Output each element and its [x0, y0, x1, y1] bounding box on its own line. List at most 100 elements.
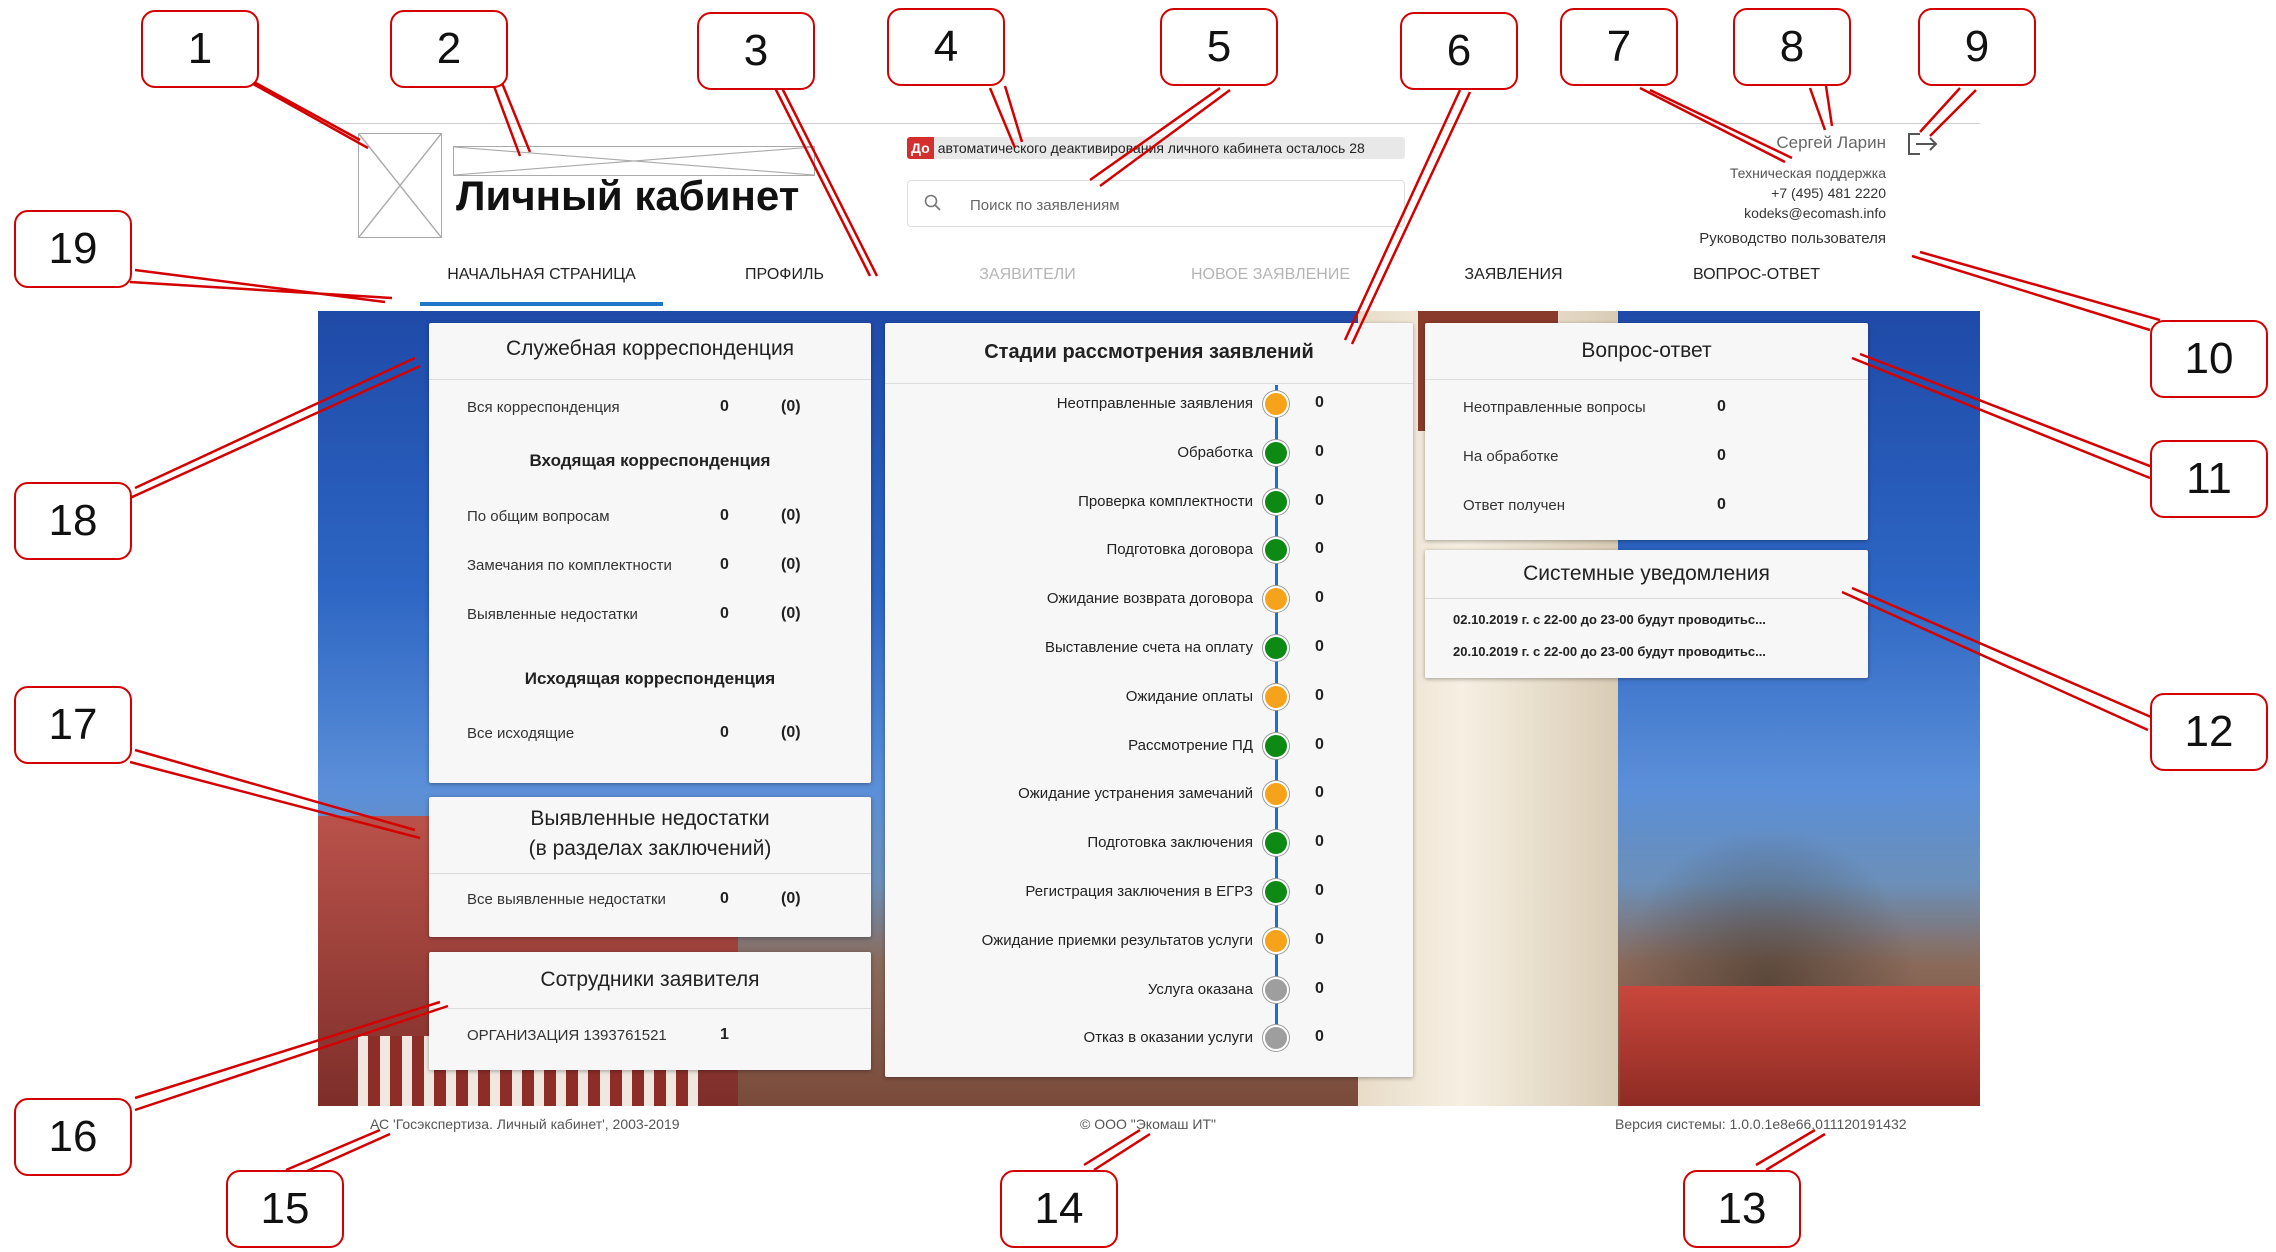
stage-count: 0: [1315, 930, 1324, 948]
stage-label[interactable]: Регистрация заключения в ЕГРЗ: [1025, 883, 1253, 900]
stage-status-dot: [1263, 635, 1289, 661]
incoming-completeness-label[interactable]: Замечания по комплектности: [467, 557, 672, 574]
stage-label[interactable]: Ожидание возврата договора: [1047, 590, 1253, 607]
callout-6: 6: [1400, 12, 1518, 90]
outgoing-title: Исходящая корреспонденция: [524, 669, 776, 688]
qa-processing-label[interactable]: На обработке: [1463, 448, 1559, 465]
stage-label[interactable]: Ожидание оплаты: [1126, 688, 1253, 705]
logo-placeholder: [358, 133, 442, 238]
stage-label[interactable]: Подготовка заключения: [1087, 834, 1253, 851]
stage-status-dot: [1263, 830, 1289, 857]
stage-label[interactable]: Выставление счета на оплату: [1045, 639, 1253, 656]
stage-count: 0: [1315, 882, 1324, 899]
outgoing-all-label[interactable]: Все исходящие: [467, 725, 574, 742]
search-box[interactable]: [907, 180, 1405, 227]
stages-card: Стадии рассмотрения заявлений Неотправле…: [885, 323, 1413, 1077]
all-defects-label[interactable]: Все выявленные недостатки: [467, 891, 666, 908]
qa-unsent-label[interactable]: Неотправленные вопросы: [1463, 399, 1646, 416]
all-defects-count: 0: [720, 890, 729, 907]
footer-copyright-system: АС 'Госэкспертиза. Личный кабинет', 2003…: [370, 1116, 680, 1132]
callout-3: 3: [697, 12, 815, 90]
stage-label[interactable]: Услуга оказана: [1148, 981, 1253, 998]
qa-answered-count: 0: [1717, 496, 1726, 513]
tab-new-application[interactable]: НОВОЕ ЗАЯВЛЕНИЕ: [1149, 262, 1392, 302]
callout-9: 9: [1918, 8, 2036, 86]
all-correspondence-label[interactable]: Вся корреспонденция: [467, 399, 620, 416]
stage-status-dot: [1263, 537, 1289, 564]
stage-count: 0: [1315, 686, 1324, 704]
callout-14: 14: [1000, 1170, 1118, 1248]
notice-text: автоматического деактивирования личного …: [937, 140, 1365, 156]
callout-12: 12: [2150, 693, 2268, 771]
user-manual-link[interactable]: Руководство пользователя: [1699, 230, 1886, 247]
stage-status-dot: [1263, 586, 1289, 613]
header-divider: [318, 123, 1980, 124]
main-nav: НАЧАЛЬНАЯ СТРАНИЦА ПРОФИЛЬ ЗАЯВИТЕЛИ НОВ…: [420, 262, 1920, 306]
incoming-general-unread: (0): [781, 507, 801, 524]
callout-2: 2: [390, 10, 508, 88]
callout-10: 10: [2150, 320, 2268, 398]
stage-status-dot: [1263, 927, 1289, 954]
stage-label[interactable]: Неотправленные заявления: [1057, 395, 1253, 412]
logout-icon[interactable]: [1906, 130, 1940, 163]
incoming-completeness-count: 0: [720, 556, 729, 573]
qa-title: Вопрос-ответ: [1581, 339, 1712, 362]
tab-qa[interactable]: ВОПРОС-ОТВЕТ: [1635, 262, 1878, 302]
outgoing-all-count: 0: [720, 724, 729, 741]
support-info: Техническая поддержка +7 (495) 481 2220 …: [1730, 163, 1886, 223]
correspondence-title: Служебная корреспонденция: [505, 337, 795, 360]
stage-count: 0: [1315, 1028, 1324, 1046]
building-right: [1620, 986, 1980, 1106]
qa-answered-label[interactable]: Ответ получен: [1463, 497, 1565, 514]
callout-19: 19: [14, 210, 132, 288]
user-name[interactable]: Сергей Ларин: [1776, 133, 1886, 153]
deactivation-notice: До автоматического деактивирования личног…: [907, 137, 1405, 159]
stage-count: 0: [1315, 979, 1324, 997]
notification-item[interactable]: 02.10.2019 г. с 22-00 до 23-00 будут про…: [1453, 612, 1766, 627]
incoming-defects-count: 0: [720, 605, 729, 622]
notifications-card: Системные уведомления 02.10.2019 г. с 22…: [1425, 550, 1868, 678]
stage-label[interactable]: Проверка комплектности: [1078, 493, 1253, 510]
all-correspondence-unread: (0): [781, 398, 801, 415]
stage-count: 0: [1315, 784, 1324, 802]
stage-count: 0: [1315, 394, 1324, 411]
tab-applications[interactable]: ЗАЯВЛЕНИЯ: [1392, 262, 1635, 302]
callout-7: 7: [1560, 8, 1678, 86]
notification-item[interactable]: 20.10.2019 г. с 22-00 до 23-00 будут про…: [1453, 644, 1766, 659]
search-icon: [924, 194, 942, 217]
stage-status-dot: [1263, 781, 1289, 808]
stage-label[interactable]: Ожидание устранения замечаний: [1018, 785, 1253, 802]
trees: [1618, 826, 1918, 986]
footer-company: © ООО "Экомаш ИТ": [1080, 1116, 1216, 1132]
stage-label[interactable]: Ожидание приемки результатов услуги: [982, 932, 1253, 949]
correspondence-card: Служебная корреспонденция Вся корреспонд…: [429, 323, 871, 783]
support-email[interactable]: kodeks@ecomash.info: [1730, 203, 1886, 223]
incoming-defects-label[interactable]: Выявленные недостатки: [467, 606, 638, 623]
callout-8: 8: [1733, 8, 1851, 86]
organization-label[interactable]: ОРГАНИЗАЦИЯ 1393761521: [467, 1027, 667, 1044]
stage-count: 0: [1315, 442, 1324, 460]
search-input[interactable]: [968, 191, 1392, 219]
stage-label[interactable]: Обработка: [1177, 444, 1253, 461]
callout-13: 13: [1683, 1170, 1801, 1248]
stage-count: 0: [1315, 491, 1324, 509]
tab-home[interactable]: НАЧАЛЬНАЯ СТРАНИЦА: [420, 262, 663, 306]
stage-status-dot: [1263, 488, 1289, 515]
support-title: Техническая поддержка: [1729, 165, 1886, 181]
stage-count: 0: [1315, 735, 1324, 753]
qa-card: Вопрос-ответ Неотправленные вопросы 0 На…: [1425, 323, 1868, 540]
stage-count: 0: [1315, 589, 1324, 607]
page-title: Личный кабинет: [456, 172, 800, 219]
tab-applicants[interactable]: ЗАЯВИТЕЛИ: [906, 262, 1149, 302]
stage-label[interactable]: Рассмотрение ПД: [1128, 737, 1253, 754]
all-defects-unread: (0): [781, 890, 801, 907]
all-correspondence-count: 0: [720, 398, 729, 415]
tab-profile[interactable]: ПРОФИЛЬ: [663, 262, 906, 302]
stage-label[interactable]: Подготовка договора: [1106, 541, 1253, 558]
defects-title-line2: (в разделах заключений): [528, 837, 772, 860]
stage-label[interactable]: Отказ в оказании услуги: [1083, 1029, 1253, 1046]
callout-5: 5: [1160, 8, 1278, 86]
stage-count: 0: [1315, 638, 1324, 655]
incoming-general-label[interactable]: По общим вопросам: [467, 508, 610, 525]
stage-status-dot: [1263, 976, 1289, 1003]
